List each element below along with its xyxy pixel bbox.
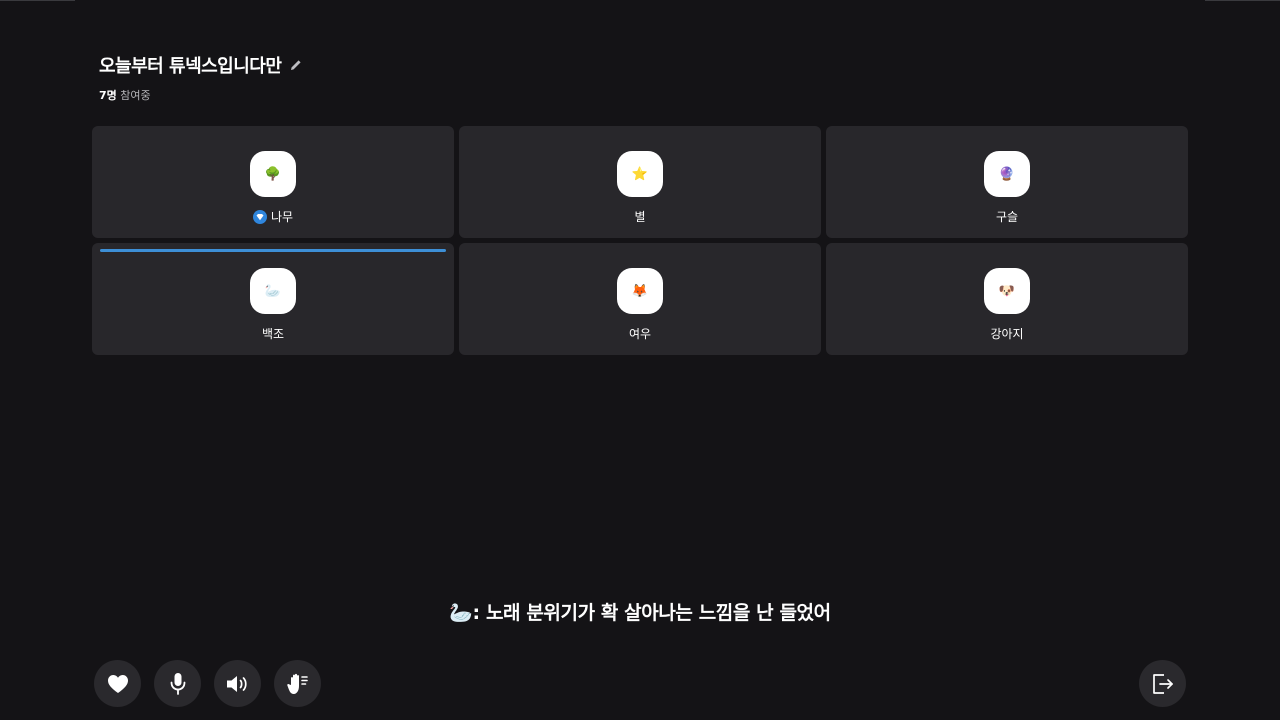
participant-name-row: 여우: [629, 325, 651, 342]
star-icon: ⭐: [631, 166, 649, 182]
caption-text: 노래 분위기가 확 살아나는 느낌을 난 들었어: [485, 602, 831, 624]
fox-icon: 🦊: [631, 283, 649, 299]
title-row: 오늘부터 튜넥스입니다만: [99, 52, 303, 78]
participant-name: 백조: [261, 327, 285, 341]
host-badge-icon: [252, 209, 267, 224]
avatar: 🦢: [250, 268, 296, 314]
audio-room: 오늘부터 튜넥스입니다만 7명 참여중 🌳 나무 ⭐ 별 🔮 구슬 🦢 백조 🦊…: [0, 0, 1280, 720]
participant-tile-namu[interactable]: 🌳 나무: [92, 126, 454, 238]
room-header: 오늘부터 튜넥스입니다만 7명 참여중: [99, 52, 303, 103]
participant-tile-baekjo[interactable]: 🦢 백조: [92, 243, 454, 355]
swan-icon: 🦢: [264, 283, 282, 299]
leave-room-button[interactable]: [1139, 660, 1186, 707]
caption-separator: :: [472, 602, 481, 624]
participant-name-row: 나무: [252, 208, 294, 225]
like-button[interactable]: [94, 660, 141, 707]
top-left-divider: [0, 0, 75, 1]
participant-name-row: 백조: [262, 325, 284, 342]
heart-icon: [107, 674, 128, 693]
participant-count-number: 7명: [99, 89, 117, 102]
participant-count: 7명 참여중: [99, 87, 303, 103]
participant-name-row: 강아지: [990, 325, 1023, 342]
top-right-divider: [1205, 0, 1280, 1]
avatar: ⭐: [617, 151, 663, 197]
avatar: 🌳: [250, 151, 296, 197]
participant-name: 나무: [270, 210, 294, 224]
avatar: 🦊: [617, 268, 663, 314]
participant-name-row: 별: [634, 208, 645, 225]
swan-icon: 🦢: [449, 602, 473, 624]
participant-name: 강아지: [990, 327, 1024, 341]
participant-tile-gangaji[interactable]: 🐶 강아지: [826, 243, 1188, 355]
speaker-button[interactable]: [214, 660, 261, 707]
participant-grid: 🌳 나무 ⭐ 별 🔮 구슬 🦢 백조 🦊 여우 🐶 강아지: [92, 126, 1188, 355]
avatar: 🔮: [984, 151, 1030, 197]
participant-name: 별: [634, 210, 646, 224]
room-title: 오늘부터 튜넥스입니다만: [99, 56, 282, 77]
participant-name-row: 구슬: [996, 208, 1018, 225]
crystal-ball-icon: 🔮: [998, 166, 1016, 182]
participant-count-suffix: 참여중: [120, 89, 151, 102]
exit-icon: [1152, 673, 1173, 694]
participant-tile-yeou[interactable]: 🦊 여우: [459, 243, 821, 355]
speaker-icon: [226, 675, 247, 692]
participant-tile-guseul[interactable]: 🔮 구슬: [826, 126, 1188, 238]
raise-hand-button[interactable]: [274, 660, 321, 707]
participant-name: 구슬: [995, 210, 1019, 224]
microphone-button[interactable]: [154, 660, 201, 707]
live-caption: 🦢: 노래 분위기가 확 살아나는 느낌을 난 들었어: [0, 598, 1280, 625]
pencil-icon[interactable]: [289, 58, 303, 72]
participant-tile-byeol[interactable]: ⭐ 별: [459, 126, 821, 238]
tree-icon: 🌳: [264, 166, 282, 182]
control-bar: [94, 660, 321, 707]
microphone-icon: [170, 672, 185, 695]
dog-icon: 🐶: [998, 283, 1016, 299]
raise-hand-icon: [286, 673, 308, 694]
participant-name: 여우: [628, 327, 652, 341]
avatar: 🐶: [984, 268, 1030, 314]
